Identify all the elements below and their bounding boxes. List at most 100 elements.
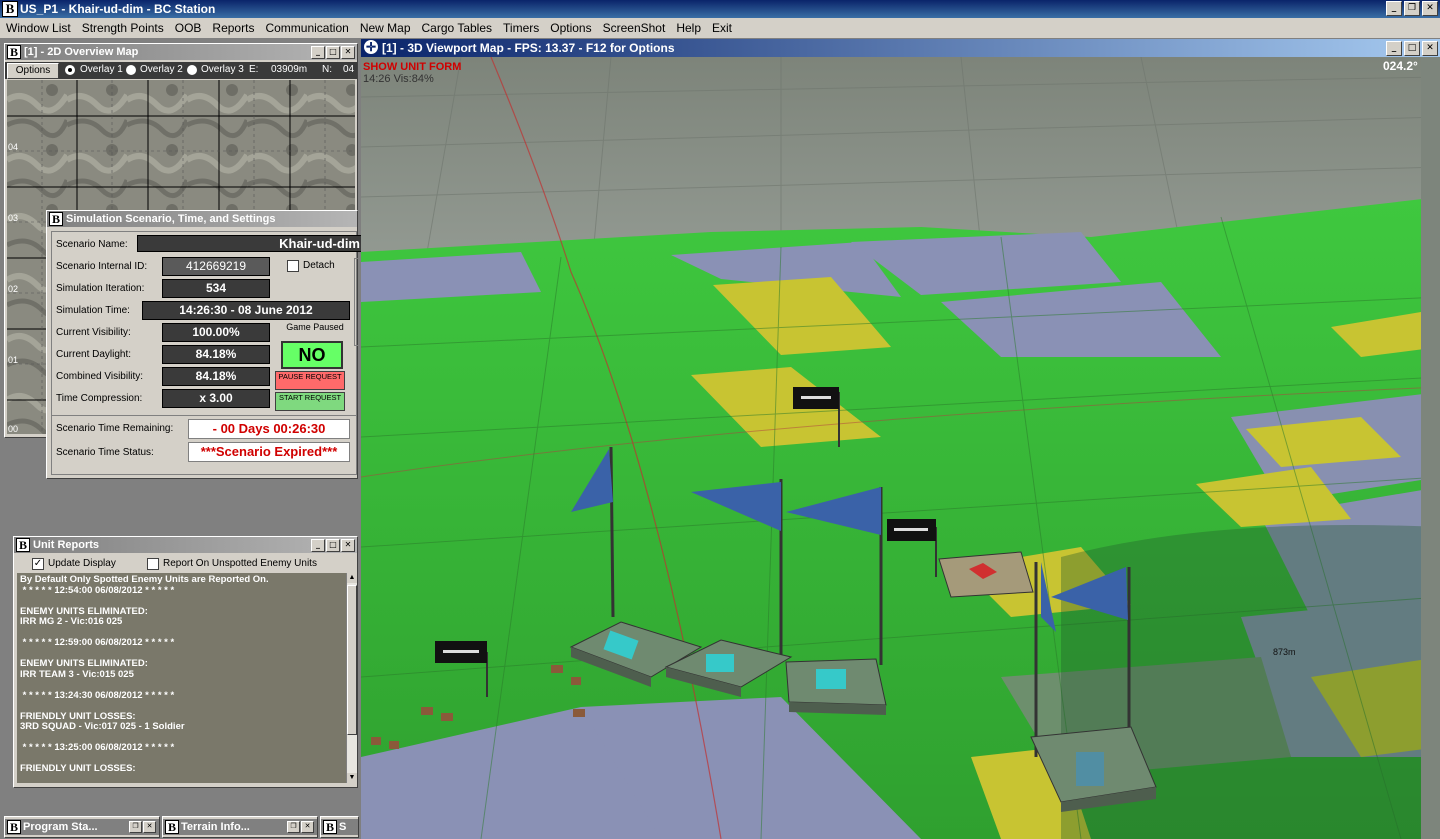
restore-icon[interactable]: ❐ [287, 821, 300, 833]
taskbar-label: Program Sta... [23, 821, 98, 833]
viewport-titlebar[interactable]: ✛ [1] - 3D Viewport Map - FPS: 13.37 - F… [361, 39, 1440, 57]
scenario-titlebar[interactable]: B Simulation Scenario, Time, and Setting… [47, 211, 357, 227]
close-button[interactable]: ✕ [1422, 41, 1438, 56]
northing-label: N: [322, 64, 332, 75]
log-line: ENEMY UNITS ELIMINATED: [20, 658, 148, 669]
combined-visibility-label: Combined Visibility: [56, 371, 144, 382]
update-display-label: Update Display [48, 558, 116, 569]
taskbar-terrain-info[interactable]: B Terrain Info... ❐ ✕ [162, 816, 318, 838]
overview-map-titlebar[interactable]: B [1] - 2D Overview Map _ □ ✕ [5, 44, 357, 60]
overview-toolbar: Options Overlay 1 Overlay 2 Overlay 3 E:… [5, 62, 357, 79]
menu-exit[interactable]: Exit [706, 18, 737, 36]
close-button[interactable]: ✕ [341, 538, 355, 552]
maximize-button[interactable]: □ [1404, 41, 1420, 56]
sim-time-field: 14:26:30 - 08 June 2012 [142, 301, 350, 320]
easting-label: E: [249, 64, 259, 75]
time-remaining-field: - 00 Days 00:26:30 [188, 419, 350, 439]
options-button[interactable]: Options [7, 63, 59, 79]
b-logo-icon: B [323, 820, 337, 834]
menu-cargo-tables[interactable]: Cargo Tables [416, 18, 498, 36]
game-paused-indicator: NO [281, 341, 343, 369]
unit-reports-titlebar[interactable]: B Unit Reports _ □ ✕ [14, 537, 357, 553]
menu-communication[interactable]: Communication [259, 18, 353, 36]
pause-request-button[interactable]: PAUSE REQUEST [275, 371, 345, 390]
iteration-label: Simulation Iteration: [56, 283, 145, 294]
log-line: * * * * * 12:54:00 06/08/2012 * * * * * [20, 584, 175, 596]
menu-help[interactable]: Help [670, 18, 706, 36]
close-icon[interactable]: ✕ [143, 821, 156, 833]
maximize-button[interactable]: □ [326, 538, 340, 552]
maximize-button[interactable]: □ [326, 45, 340, 59]
time-visibility-readout: 14:26 Vis:84% [363, 73, 434, 85]
enemy-unit-counter[interactable] [938, 551, 1034, 598]
scroll-up-icon[interactable]: ▲ [347, 573, 357, 583]
side-bracket [354, 258, 359, 346]
close-button[interactable]: ✕ [341, 45, 355, 59]
unit-reports-log: By Default Only Spotted Enemy Units are … [17, 573, 346, 783]
game-paused-label: Game Paused [286, 322, 344, 332]
minimize-button[interactable]: _ [1386, 41, 1402, 56]
unit-reports-window: B Unit Reports _ □ ✕ ✓ Update Display Re… [13, 536, 358, 788]
close-button[interactable]: ✕ [1422, 1, 1438, 16]
start-request-button[interactable]: START REQUEST [275, 392, 345, 411]
grid-label: 02 [8, 284, 18, 294]
close-icon[interactable]: ✕ [301, 821, 314, 833]
overlay-2-radio[interactable] [126, 65, 136, 75]
log-line: IRR MG 2 - Vic:016 025 [20, 616, 123, 627]
menu-oob[interactable]: OOB [169, 18, 207, 36]
menu-strength-points[interactable]: Strength Points [76, 18, 169, 36]
viewport-3d-canvas[interactable]: SHOW UNIT FORM 14:26 Vis:84% 024.2° 873m [361, 57, 1440, 839]
compass-icon: ✛ [364, 40, 378, 54]
viewport-title: [1] - 3D Viewport Map - FPS: 13.37 - F12… [382, 41, 675, 55]
menu-bar: Window List Strength Points OOB Reports Comm… [0, 18, 1440, 39]
time-compression-label: Time Compression: [56, 393, 143, 404]
unspotted-label: Report On Unspotted Enemy Units [163, 558, 317, 569]
overlay-2-label: Overlay 2 [140, 64, 183, 75]
app-title: US_P1 - Khair-ud-dim - BC Station [20, 2, 216, 16]
log-line: By Default Only Spotted Enemy Units are … [20, 574, 269, 585]
grid-label: 04 [8, 142, 18, 152]
restore-button[interactable]: ❐ [1404, 1, 1420, 16]
detach-checkbox[interactable] [287, 260, 299, 272]
scroll-down-icon[interactable]: ▼ [347, 773, 357, 783]
menu-new-map[interactable]: New Map [354, 18, 416, 36]
taskbar-program-status[interactable]: B Program Sta... ❐ ✕ [4, 816, 160, 838]
log-line: * * * * * 13:25:00 06/08/2012 * * * * * [20, 742, 175, 753]
menu-screenshot[interactable]: ScreenShot [597, 18, 671, 36]
scroll-thumb[interactable] [347, 585, 357, 735]
menu-window-list[interactable]: Window List [0, 18, 76, 36]
reports-scrollbar[interactable]: ▲ ▼ [346, 573, 357, 783]
combined-visibility-field: 84.18% [162, 367, 270, 386]
overlay-3-radio[interactable] [187, 65, 197, 75]
taskbar-label: Terrain Info... [181, 821, 250, 833]
daylight-label: Current Daylight: [56, 349, 132, 360]
divider [52, 415, 356, 416]
easting-value: 03909m [271, 64, 308, 75]
time-remaining-label: Scenario Time Remaining: [56, 423, 174, 434]
menu-timers[interactable]: Timers [497, 18, 544, 36]
overlay-1-radio[interactable] [65, 65, 75, 75]
menu-reports[interactable]: Reports [206, 18, 259, 36]
northing-value: 04 [343, 64, 355, 75]
taskbar-partial-window[interactable]: BS [320, 816, 359, 838]
taskbar-label: S [339, 821, 347, 833]
restore-icon[interactable]: ❐ [129, 821, 142, 833]
show-unit-form-link[interactable]: SHOW UNIT FORM [363, 61, 461, 73]
minimize-button[interactable]: _ [1386, 1, 1402, 16]
b-logo-icon: B [16, 538, 30, 552]
app-logo-icon: B [2, 1, 18, 17]
friendly-unit-counter[interactable] [785, 658, 887, 715]
unspotted-checkbox[interactable] [147, 558, 159, 570]
overview-map-title: [1] - 2D Overview Map [24, 46, 139, 58]
detach-label: Detach [303, 260, 335, 271]
menu-options[interactable]: Options [544, 18, 596, 36]
time-status-label: Scenario Time Status: [56, 447, 154, 458]
scenario-id-label: Scenario Internal ID: [56, 261, 148, 272]
visibility-field: 100.00% [162, 323, 270, 342]
log-line: IRR TEAM 3 - Vic:015 025 [20, 668, 134, 680]
update-display-checkbox[interactable]: ✓ [32, 558, 44, 570]
sim-time-label: Simulation Time: [56, 305, 130, 316]
minimize-button[interactable]: _ [311, 45, 325, 59]
minimize-button[interactable]: _ [311, 538, 325, 552]
